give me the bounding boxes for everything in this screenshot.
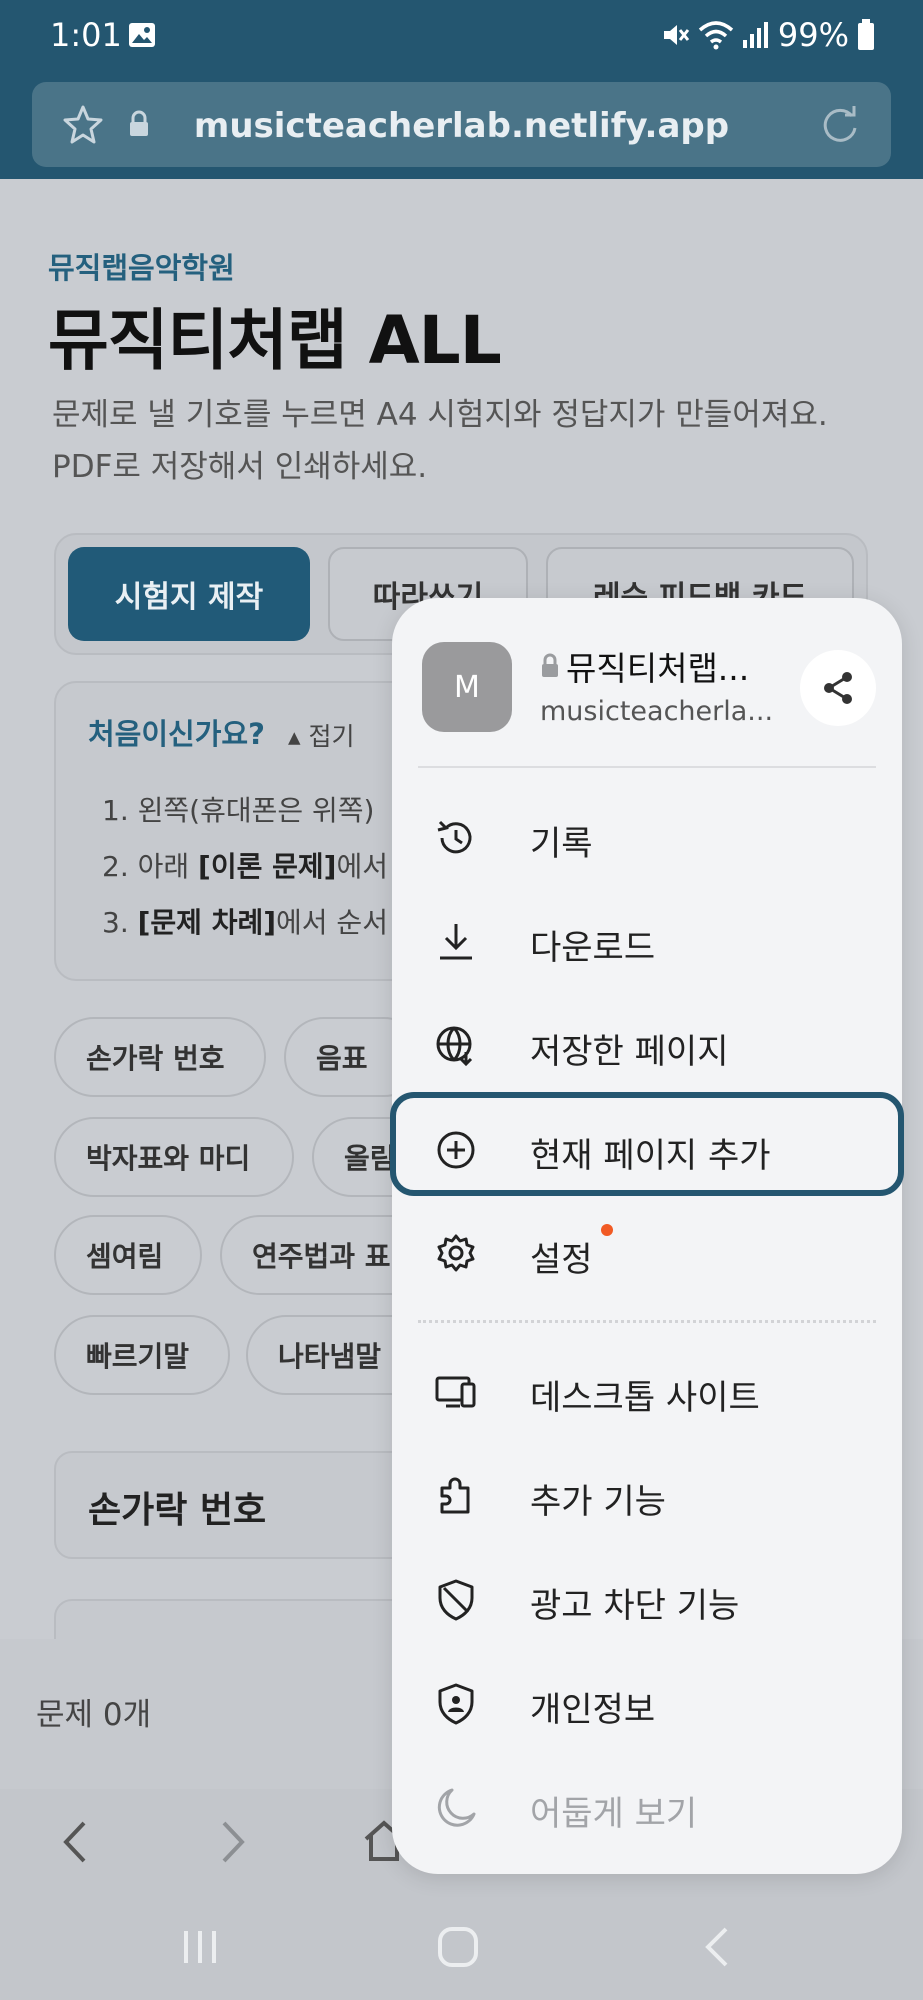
dark-mode-icon <box>437 1788 476 1827</box>
menu-item-label: 다운로드 <box>530 928 656 968</box>
saved-pages-icon <box>436 1026 473 1067</box>
system-back-icon[interactable] <box>702 1925 732 1969</box>
guide-collapse-toggle[interactable]: ▴ 접기 <box>288 717 355 753</box>
guide-steps: 1. 왼쪽(휴대폰은 위쪽) 2. 아래 [이론 문제]에서 3. [문제 차례… <box>102 783 388 951</box>
menu-item-privacy[interactable]: 개인정보 <box>392 1652 902 1756</box>
menu-item-label: 기록 <box>530 824 593 864</box>
menu-item-add-page[interactable]: 현재 페이지 추가 <box>390 1092 904 1202</box>
menu-item-add-ons[interactable]: 추가 기능 <box>392 1444 902 1548</box>
menu-item-label: 광고 차단 기능 <box>530 1586 740 1626</box>
menu-item-label: 개인정보 <box>530 1690 656 1730</box>
menu-item-history[interactable]: 기록 <box>392 786 902 890</box>
section-title: 음표 <box>88 1629 154 1639</box>
guide-step: 2. 아래 [이론 문제]에서 <box>102 850 388 883</box>
guide-step: 1. 왼쪽(휴대폰은 위쪽) <box>102 794 375 827</box>
history-icon <box>437 820 472 854</box>
add-ons-icon <box>440 1477 470 1514</box>
status-time: 1:01 <box>50 16 122 54</box>
forward-icon[interactable] <box>218 1819 248 1865</box>
org-name: 뮤직랩음악학원 <box>48 251 235 285</box>
section-title: 손가락 번호 <box>88 1490 267 1531</box>
reload-icon[interactable] <box>819 104 861 146</box>
share-icon <box>824 672 852 704</box>
chip-dynamics[interactable]: 셈여림 <box>54 1215 202 1295</box>
page-title: 뮤직티처랩 ALL <box>48 302 502 379</box>
menu-item-saved-pages[interactable]: 저장한 페이지 <box>392 994 902 1098</box>
menu-item-desktop-site[interactable]: 데스크톱 사이트 <box>392 1340 902 1444</box>
menu-item-label: 설정 <box>530 1240 593 1280</box>
guide-step: 3. [문제 차례]에서 순서 <box>102 906 388 939</box>
menu-item-ad-block[interactable]: 광고 차단 기능 <box>392 1548 902 1652</box>
chip-finger-number[interactable]: 손가락 번호 <box>54 1017 266 1097</box>
download-icon <box>440 924 472 960</box>
battery-percent: 99% <box>777 16 849 54</box>
browser-menu: M 뮤직티처랩... musicteacherla... 기록 다운로드 저장한… <box>390 598 904 1874</box>
image-notification-icon <box>129 23 155 47</box>
tab-exam-maker[interactable]: 시험지 제작 <box>68 547 310 641</box>
settings-icon <box>437 1234 475 1272</box>
back-icon[interactable] <box>60 1819 90 1865</box>
address-bar[interactable]: musicteacherlab.netlify.app <box>32 82 891 167</box>
status-icons: 99% <box>660 16 875 54</box>
menu-item-label: 저장한 페이지 <box>530 1032 729 1072</box>
chip-time-signature[interactable]: 박자표와 마디 <box>54 1117 294 1197</box>
guide-title: 처음이신가요? <box>88 717 265 751</box>
wifi-icon <box>698 21 734 50</box>
browser-toolbar: musicteacherlab.netlify.app <box>0 75 923 179</box>
add-page-icon <box>437 1131 475 1169</box>
site-avatar: M <box>422 642 512 732</box>
mute-icon <box>663 25 690 45</box>
status-bar: 1:01 99% <box>0 0 923 75</box>
menu-item-label: 데스크톱 사이트 <box>530 1378 760 1418</box>
menu-item-downloads[interactable]: 다운로드 <box>392 890 902 994</box>
problem-count: 문제 0개 <box>36 1697 152 1733</box>
menu-item-label: 추가 기능 <box>530 1482 666 1522</box>
menu-divider <box>418 766 876 768</box>
chip-tempo[interactable]: 빠르기말 <box>54 1315 230 1395</box>
ad-block-icon <box>438 1579 474 1621</box>
battery-icon <box>858 19 874 50</box>
home-button-icon[interactable] <box>436 1925 480 1969</box>
privacy-icon <box>438 1683 474 1725</box>
notification-dot <box>601 1224 613 1236</box>
recent-apps-icon[interactable] <box>180 1927 220 1967</box>
menu-divider <box>418 1320 876 1323</box>
url-text: musicteacherlab.netlify.app <box>193 106 730 146</box>
menu-site-title: 뮤직티처랩... <box>540 642 749 690</box>
system-nav-bar <box>0 1895 923 2000</box>
signal-icon <box>742 22 768 48</box>
menu-item-dark-mode[interactable]: 어둡게 보기 <box>392 1756 902 1860</box>
site-title-text: 뮤직티처랩... <box>566 649 750 688</box>
share-button[interactable] <box>800 650 876 726</box>
menu-item-settings[interactable]: 설정 <box>392 1202 902 1306</box>
page-description: 문제로 낼 기호를 누르면 A4 시험지와 정답지가 만들어져요. PDF로 저… <box>52 397 828 485</box>
menu-site-url: musicteacherla... <box>540 696 774 727</box>
menu-item-label: 어둡게 보기 <box>530 1794 698 1834</box>
menu-item-label: 현재 페이지 추가 <box>530 1136 771 1176</box>
desktop-site-icon <box>435 1376 476 1408</box>
lock-icon <box>542 653 558 677</box>
